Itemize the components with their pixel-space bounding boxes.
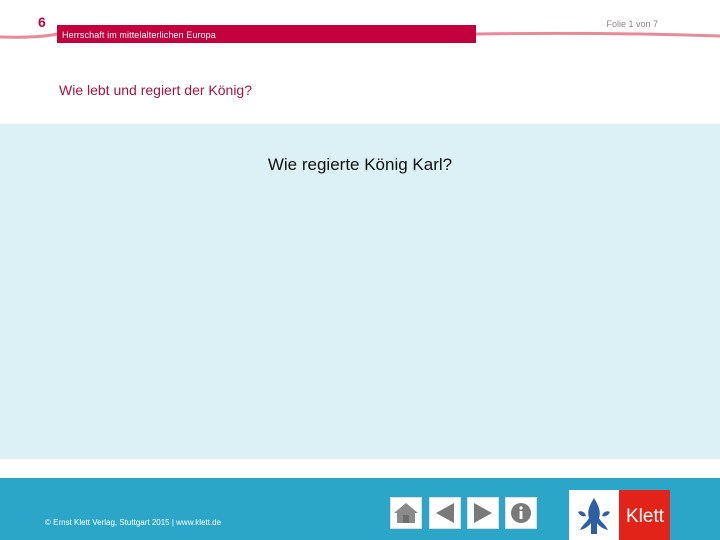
- info-button[interactable]: [505, 497, 537, 529]
- previous-slide-button[interactable]: [429, 497, 461, 529]
- info-icon: [511, 503, 531, 523]
- klett-logo-text: Klett: [625, 506, 665, 527]
- chapter-title: Herrschaft im mittelalterlichen Europa: [62, 30, 216, 40]
- klett-lily-icon: [578, 498, 610, 534]
- previous-icon: [436, 503, 454, 523]
- slide-subtitle: Wie lebt und regiert der König?: [59, 82, 252, 98]
- copyright-notice: © Ernst Klett Verlag, Stuttgart 2015 | w…: [45, 518, 222, 527]
- question-heading: Wie regierte König Karl?: [267, 155, 453, 174]
- home-button[interactable]: [390, 497, 422, 529]
- next-slide-button[interactable]: [467, 497, 499, 529]
- home-icon: [394, 503, 418, 523]
- next-icon: [474, 503, 492, 523]
